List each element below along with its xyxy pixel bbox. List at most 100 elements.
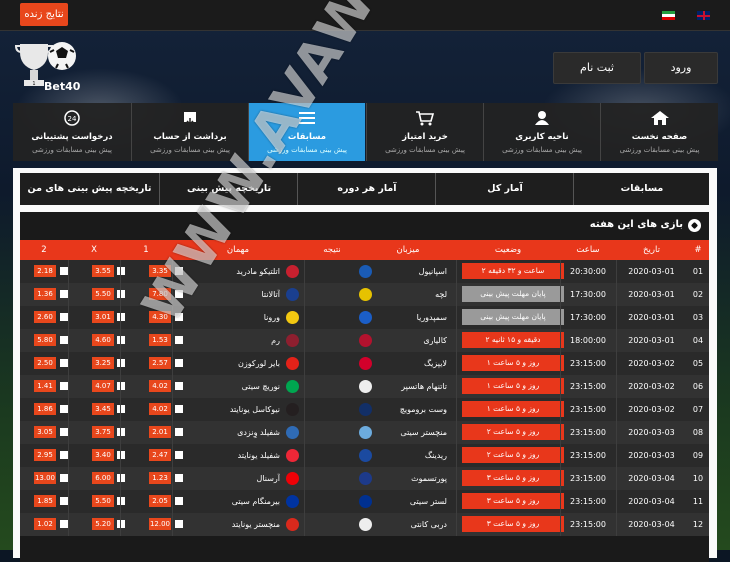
divider <box>304 467 305 490</box>
tab-total-stats[interactable]: آمار کل <box>435 173 574 205</box>
bet-x-checkbox[interactable] <box>117 520 125 528</box>
tab-period-stats[interactable]: آمار هر دوره <box>297 173 436 205</box>
bet-x-checkbox[interactable] <box>117 267 125 275</box>
divider <box>120 375 121 398</box>
guest-crest-icon <box>286 426 299 439</box>
bet-two-checkbox[interactable] <box>60 336 68 344</box>
logo[interactable]: 1 Bet40 <box>14 38 80 96</box>
row-guest-name: شفیلد وِنزدی <box>237 428 280 437</box>
nav-item-buy-points[interactable]: خرید امتیاز پیش بینی مسابقات ورزشی <box>366 103 483 161</box>
divider <box>304 490 305 513</box>
divider <box>304 513 305 536</box>
bet-two-checkbox[interactable] <box>60 267 68 275</box>
bet-one-checkbox[interactable] <box>175 497 183 505</box>
section-header: بازی های این هفته <box>20 212 709 240</box>
bet-one-checkbox[interactable] <box>175 428 183 436</box>
bet-two-checkbox[interactable] <box>60 497 68 505</box>
row-guest-name: منچستر یونایتد <box>231 520 280 529</box>
divider <box>616 329 617 352</box>
divider <box>172 352 173 375</box>
bet-x-checkbox[interactable] <box>117 290 125 298</box>
divider <box>560 444 561 467</box>
bet-x-checkbox[interactable] <box>117 336 125 344</box>
bet-one-checkbox[interactable] <box>175 382 183 390</box>
bet-two-checkbox[interactable] <box>60 359 68 367</box>
nav-item-withdraw[interactable]: برداشت از حساب پیش بینی مسابقات ورزشی <box>131 103 248 161</box>
col-result: نتیجه <box>323 245 341 255</box>
nav-label: ناحیه کاربری <box>515 132 569 142</box>
nav-item-home[interactable]: صفحه نخست پیش بینی مسابقات ورزشی <box>600 103 718 161</box>
bet-two-checkbox[interactable] <box>60 520 68 528</box>
divider <box>560 260 561 283</box>
row-time: 23:15:00 <box>570 520 606 529</box>
uk-flag-icon[interactable] <box>697 11 710 20</box>
divider <box>120 490 121 513</box>
bet-x-checkbox[interactable] <box>117 359 125 367</box>
row-time: 23:15:00 <box>570 405 606 414</box>
live-results-button[interactable]: نتایج زنده <box>20 3 68 26</box>
bet-one-checkbox[interactable] <box>175 474 183 482</box>
bet-one-checkbox[interactable] <box>175 313 183 321</box>
svg-text:1: 1 <box>32 81 35 87</box>
host-crest-icon <box>359 495 372 508</box>
bet-x-checkbox[interactable] <box>117 474 125 482</box>
iran-flag-icon[interactable] <box>662 11 675 20</box>
bet-two-checkbox[interactable] <box>60 405 68 413</box>
odd-one: 7.80 <box>149 288 171 300</box>
table-row: 01 2020-03-01 20:30:00 ۲ ساعت و ۳۲ دقیقه اسپ… <box>20 260 709 283</box>
tab-matches[interactable]: مسابقات <box>573 173 710 205</box>
bet-x-checkbox[interactable] <box>117 313 125 321</box>
bet-x-checkbox[interactable] <box>117 428 125 436</box>
bet-one-checkbox[interactable] <box>175 290 183 298</box>
divider <box>68 467 69 490</box>
bet-two-checkbox[interactable] <box>60 428 68 436</box>
tab-prediction-history[interactable]: تاریخچه پیش بینی <box>159 173 298 205</box>
bet-x-checkbox[interactable] <box>117 497 125 505</box>
bet-x-checkbox[interactable] <box>117 405 125 413</box>
nav-item-matches[interactable]: مسابقات پیش بینی مسابقات ورزشی <box>248 103 365 161</box>
nav-label: خرید امتیاز <box>402 132 448 142</box>
bet-two-checkbox[interactable] <box>60 313 68 321</box>
row-date: 2020-03-04 <box>628 497 675 506</box>
col-time: ساعت <box>576 245 600 255</box>
divider <box>304 260 305 283</box>
bet-two-checkbox[interactable] <box>60 451 68 459</box>
table-row: 09 2020-03-03 23:15:00 ۲ روز و ۵ ساعت ریدینگ… <box>20 444 709 467</box>
bet-one-checkbox[interactable] <box>175 359 183 367</box>
main-nav: صفحه نخست پیش بینی مسابقات ورزشی ناحیه ک… <box>13 103 718 161</box>
register-button[interactable]: ثبت نام <box>553 52 641 84</box>
divider <box>68 513 69 536</box>
tab-my-prediction-history[interactable]: تاریخچه پیش بینی های من <box>20 173 159 205</box>
divider <box>172 513 173 536</box>
guest-crest-icon <box>286 518 299 531</box>
row-date: 2020-03-01 <box>628 290 675 299</box>
bet-two-checkbox[interactable] <box>60 474 68 482</box>
divider <box>616 490 617 513</box>
bet-one-checkbox[interactable] <box>175 520 183 528</box>
row-host-name: سمپدوریا <box>416 313 447 322</box>
divider <box>304 375 305 398</box>
divider <box>560 467 561 490</box>
table-row: 06 2020-03-02 23:15:00 ۱ روز و ۵ ساعت تاتنها… <box>20 375 709 398</box>
login-button[interactable]: ورود <box>644 52 718 84</box>
divider <box>172 421 173 444</box>
bet-x-checkbox[interactable] <box>117 451 125 459</box>
bet-one-checkbox[interactable] <box>175 267 183 275</box>
bet-one-checkbox[interactable] <box>175 451 183 459</box>
col-guest: مهمان <box>226 245 250 255</box>
bet-two-checkbox[interactable] <box>60 382 68 390</box>
host-crest-icon <box>359 449 372 462</box>
row-num: 02 <box>692 290 704 299</box>
row-status-badge: ۳ روز و ۵ ساعت <box>462 516 564 532</box>
col-host: میزبان <box>396 245 420 255</box>
odd-x: 5.50 <box>92 495 114 507</box>
bet-x-checkbox[interactable] <box>117 382 125 390</box>
user-icon <box>535 111 549 125</box>
divider <box>456 490 457 513</box>
bet-two-checkbox[interactable] <box>60 290 68 298</box>
row-guest-name: آرسنال <box>256 474 280 483</box>
bet-one-checkbox[interactable] <box>175 336 183 344</box>
bet-one-checkbox[interactable] <box>175 405 183 413</box>
nav-item-user-area[interactable]: ناحیه کاربری پیش بینی مسابقات ورزشی <box>483 103 600 161</box>
nav-item-support[interactable]: 24 درخواست پشتیبانی پیش بینی مسابقات ورز… <box>13 103 131 161</box>
